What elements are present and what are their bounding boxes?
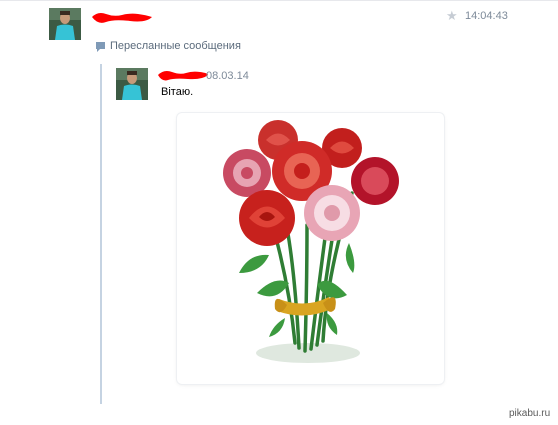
forwarded-sender-avatar[interactable] — [116, 68, 148, 100]
forwarded-message-date: 08.03.14 — [206, 70, 249, 82]
top-divider — [0, 0, 558, 1]
speech-bubble-icon — [96, 42, 105, 52]
avatar-photo — [116, 68, 148, 100]
watermark: pikabu.ru — [509, 408, 551, 419]
sender-avatar[interactable] — [49, 8, 81, 40]
redacted-forwarded-sender-name — [158, 71, 208, 81]
message-time: 14:04:43 — [465, 10, 508, 22]
avatar-photo — [49, 8, 81, 40]
redacted-sender-name — [92, 13, 152, 23]
forwarded-messages-label: Пересланные сообщения — [110, 40, 241, 52]
forwarded-quote-bar — [100, 64, 102, 404]
forwarded-message-text: Вітаю. — [161, 86, 194, 98]
star-icon[interactable]: ★ — [446, 9, 458, 22]
rose-bouquet-image — [223, 120, 399, 363]
attached-photo[interactable] — [177, 113, 444, 384]
